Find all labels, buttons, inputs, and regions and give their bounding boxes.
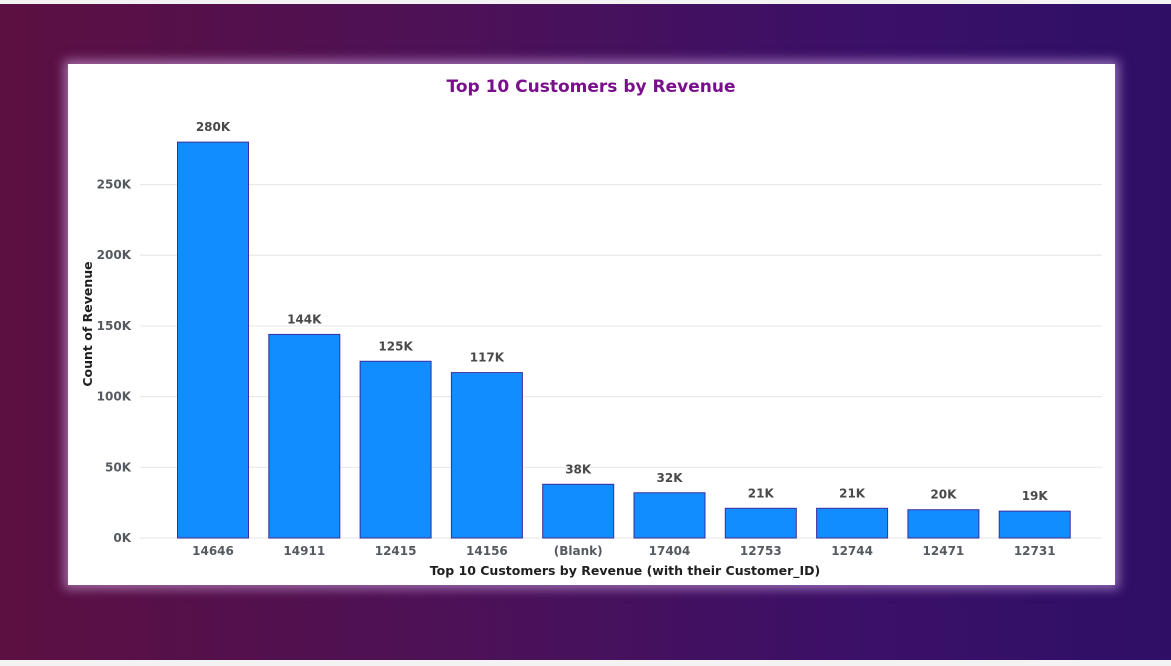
x-tick-label: 17404 [649,544,691,558]
y-tick-label: 50K [105,460,132,474]
data-label: 32K [657,471,684,485]
data-label: 21K [839,486,866,500]
x-tick-label: 12415 [375,544,417,558]
y-axis-ticks: 0K 50K 100K 150K 200K 250K [97,178,132,545]
chart-title: Top 10 Customers by Revenue [447,77,736,97]
y-tick-label: 250K [97,178,132,192]
x-tick-label: (Blank) [554,544,603,558]
bar [268,333,341,539]
y-tick-label: 200K [97,248,132,262]
data-label: 21K [748,486,775,500]
x-tick-label: 12471 [923,544,965,558]
data-label: 20K [930,488,957,502]
x-tick-label: 14156 [466,544,508,558]
bar [998,510,1071,539]
y-axis-title: Count of Revenue [80,261,95,386]
data-label: 19K [1022,489,1049,503]
x-axis-ticks: 14646 14911 12415 14156 (Blank) 17404 12753 127… [192,544,1055,558]
data-label: 144K [287,312,322,326]
y-tick-label: 150K [97,319,132,333]
data-label: 280K [196,120,231,134]
x-tick-label: 12753 [740,544,782,558]
data-label: 117K [470,351,505,365]
y-tick-label: 0K [113,531,131,545]
x-tick-label: 12731 [1014,544,1056,558]
bar [633,492,706,539]
bar [359,360,432,539]
bar [907,509,980,539]
bars [177,141,1071,539]
bar [724,507,797,539]
bar-chart: Top 10 Customers by Revenue 0K 50K 100K 150… [80,77,1102,579]
x-tick-label: 14911 [283,544,325,558]
bar [542,483,615,539]
y-tick-label: 100K [97,390,132,404]
x-tick-label: 12744 [831,544,873,558]
bar [450,372,523,539]
bar [177,141,249,539]
x-tick-label: 14646 [192,544,234,558]
data-label: 125K [378,339,413,353]
bar [816,507,889,539]
data-label: 38K [565,462,592,476]
x-axis-title: Top 10 Customers by Revenue (with their … [430,563,821,579]
